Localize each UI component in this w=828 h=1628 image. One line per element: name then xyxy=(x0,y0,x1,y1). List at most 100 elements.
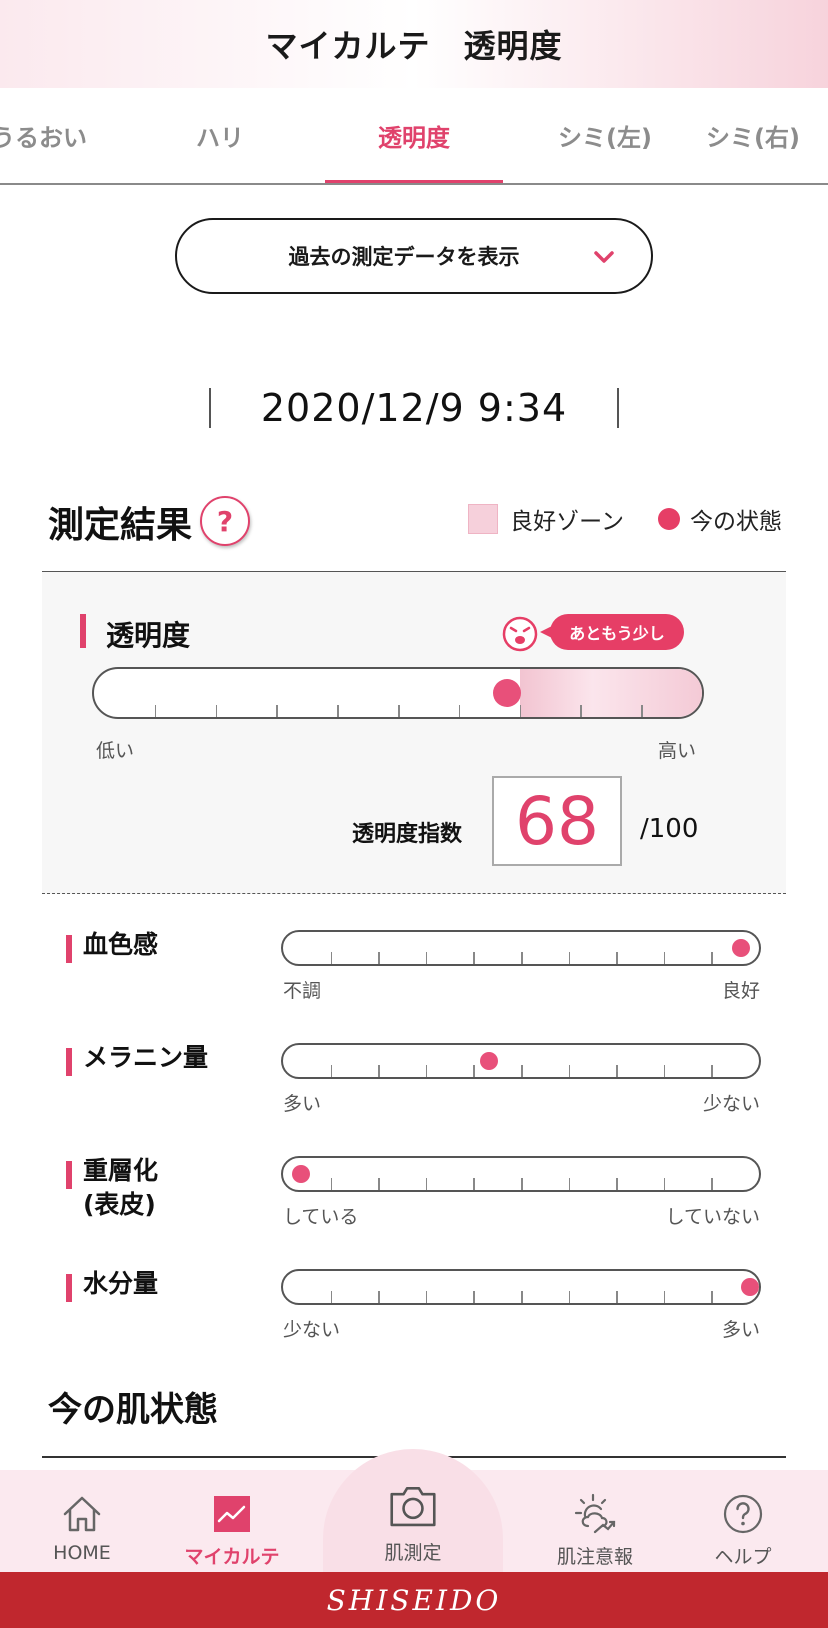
sub-metric-track xyxy=(281,1156,761,1192)
scale-tick xyxy=(398,705,400,717)
camera-icon xyxy=(390,1486,436,1527)
scale-tick xyxy=(473,1291,475,1303)
scale-tick xyxy=(616,1065,618,1077)
tab-spots-left[interactable]: シミ(左) xyxy=(516,88,694,183)
scale-tick xyxy=(425,952,428,964)
scale-tick xyxy=(378,1291,380,1303)
scale-left-label: 不調 xyxy=(283,980,322,1002)
sub-metric-track xyxy=(281,1269,761,1305)
chevron-down-icon xyxy=(594,251,614,263)
label-marker xyxy=(66,1161,72,1189)
scale-right-label: 多い xyxy=(721,1319,760,1341)
scale-tick xyxy=(458,705,461,717)
current-state-marker xyxy=(292,1165,311,1183)
score-value: 68 xyxy=(515,782,599,860)
nav-skin-alert-label: 肌注意報 xyxy=(556,1546,633,1568)
scale-right-label: 少ない xyxy=(702,1093,760,1115)
scale-tick xyxy=(425,1178,428,1190)
scale-tick xyxy=(568,1178,571,1190)
scale-left-label: 多い xyxy=(283,1093,322,1115)
scale-tick xyxy=(711,1291,713,1303)
nav-home-label: HOME xyxy=(53,1542,111,1564)
sub-metric-label: 重層化 (表皮) xyxy=(83,1156,159,1219)
scale-tick xyxy=(276,705,278,717)
scale-tick xyxy=(521,1065,523,1077)
scale-tick xyxy=(568,952,571,964)
scale-tick xyxy=(521,1178,523,1190)
brand-footer: SHISEIDO xyxy=(0,1572,828,1628)
frown-face-icon xyxy=(502,616,538,652)
scale-tick xyxy=(519,705,522,717)
date-divider-right xyxy=(617,388,620,428)
scale-tick xyxy=(663,952,666,964)
help-icon xyxy=(723,1494,763,1534)
brand-logo: SHISEIDO xyxy=(326,1583,502,1617)
page-title: マイカルテ 透明度 xyxy=(265,27,563,65)
good-zone xyxy=(519,669,702,717)
current-state-marker xyxy=(731,939,750,957)
label-marker xyxy=(66,1274,72,1302)
scale-tick xyxy=(473,1178,475,1190)
sub-metric-track xyxy=(281,930,761,966)
category-tabs: うるおい ハリ 透明度 シミ(左) シミ(右) xyxy=(0,88,828,185)
scale-tick xyxy=(711,1065,713,1077)
score-label: 透明度指数 xyxy=(352,822,463,847)
scale-tick xyxy=(330,952,333,964)
result-title: 測定結果 xyxy=(48,505,193,546)
legend-current: 今の状態 xyxy=(690,509,782,535)
question-icon: ? xyxy=(216,504,234,538)
past-data-button[interactable]: 過去の測定データを表示 xyxy=(175,218,653,294)
scale-tick xyxy=(616,1178,618,1190)
scale-tick xyxy=(330,1065,333,1077)
nav-home[interactable]: HOME xyxy=(7,1492,157,1564)
legend: 良好ゾーン 今の状態 xyxy=(468,502,782,536)
nav-skin-measure[interactable]: 肌測定 xyxy=(338,1480,488,1565)
legend-good-zone: 良好ゾーン xyxy=(510,509,624,535)
tab-spots-right[interactable]: シミ(右) xyxy=(706,88,828,183)
scale-tick xyxy=(663,1291,666,1303)
scale-tick xyxy=(473,1065,475,1077)
help-button[interactable]: ? xyxy=(200,496,250,546)
current-state-marker xyxy=(741,1278,759,1296)
sub-metric-track xyxy=(281,1043,761,1079)
scale-tick xyxy=(425,1065,428,1077)
nav-my-karte-label: マイカルテ xyxy=(184,1546,280,1568)
chart-icon xyxy=(214,1496,250,1532)
main-metric-label: 透明度 xyxy=(106,619,191,652)
nav-my-karte[interactable]: マイカルテ xyxy=(157,1492,307,1569)
nav-skin-measure-label: 肌測定 xyxy=(384,1542,442,1564)
scale-tick xyxy=(616,1291,618,1303)
scale-tick xyxy=(378,952,380,964)
scale-tick xyxy=(337,705,339,717)
label-marker xyxy=(66,1048,72,1076)
measurement-date: 2020/12/9 9:34 xyxy=(0,380,828,436)
current-state-dot xyxy=(658,508,680,530)
sub-metric-label: メラニン量 xyxy=(83,1043,209,1072)
scale-tick xyxy=(641,705,643,717)
score-box: 68 xyxy=(492,776,622,866)
home-icon xyxy=(63,1496,101,1532)
scale-tick xyxy=(215,705,218,717)
scale-low-label: 低い xyxy=(96,740,135,762)
tab-firmness[interactable]: ハリ xyxy=(131,88,309,183)
scale-tick xyxy=(663,1178,666,1190)
scale-high-label: 高い xyxy=(658,740,697,762)
scale-tick xyxy=(154,705,157,717)
scale-tick xyxy=(330,1291,333,1303)
scale-tick xyxy=(521,952,523,964)
scale-tick xyxy=(711,952,713,964)
scale-tick xyxy=(378,1178,380,1190)
advice-badge: あともう少し xyxy=(540,614,684,650)
tab-moisture[interactable]: うるおい xyxy=(0,88,128,183)
current-state-marker xyxy=(479,1052,498,1070)
scale-tick xyxy=(330,1178,333,1190)
nav-skin-alert[interactable]: 肌注意報 xyxy=(520,1492,670,1569)
scale-right-label: していない xyxy=(665,1206,760,1228)
scale-tick xyxy=(425,1291,428,1303)
nav-help[interactable]: ヘルプ xyxy=(668,1492,818,1569)
date-divider-left xyxy=(208,388,211,428)
nav-help-label: ヘルプ xyxy=(714,1546,772,1568)
tab-clarity[interactable]: 透明度 xyxy=(325,88,503,183)
label-marker xyxy=(66,935,72,963)
skin-state-title: 今の肌状態 xyxy=(48,1390,218,1430)
